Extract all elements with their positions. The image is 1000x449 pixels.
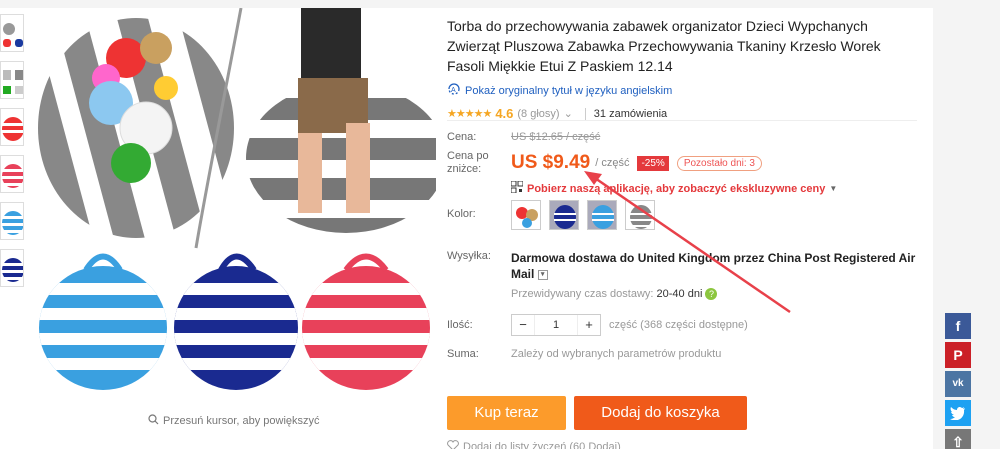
- app-promo[interactable]: Pobierz naszą aplikację, aby zobaczyć ek…: [510, 180, 917, 196]
- thumbnail-5[interactable]: [0, 202, 24, 240]
- facebook-icon[interactable]: f: [945, 313, 971, 339]
- product-info: Torba do przechowywania zabawek organiza…: [447, 16, 917, 121]
- quantity-note: część (368 części dostępne): [609, 319, 748, 332]
- rating-value: 4.6: [495, 106, 514, 121]
- thumbnail-3[interactable]: [0, 108, 24, 146]
- zoom-hint: Przesuń kursor, aby powiększyć: [148, 414, 320, 428]
- sale-price-label: Cena po zniżce:: [447, 150, 489, 175]
- votes-count[interactable]: (8 głosy): [517, 108, 559, 120]
- total-row: Suma: Zależy od wybranych parametrów pro…: [447, 348, 917, 360]
- product-main-image[interactable]: [36, 8, 436, 403]
- thumbnail-1[interactable]: [0, 14, 24, 52]
- star-rating-icon: ★★★★★: [447, 108, 492, 120]
- share-icon[interactable]: ⇧: [945, 429, 971, 449]
- thumbnail-2[interactable]: [0, 61, 24, 99]
- help-icon[interactable]: ?: [705, 288, 718, 301]
- sale-price-row: Cena po zniżce: US $9.49 / część -25% Po…: [447, 150, 917, 176]
- decrement-button[interactable]: −: [512, 315, 534, 335]
- translate-link[interactable]: Pokaż oryginalny tytuł w języku angielsk…: [465, 85, 672, 97]
- color-label: Kolor:: [447, 208, 476, 220]
- quantity-input[interactable]: 1: [534, 315, 578, 336]
- thumbnail-strip: [0, 14, 26, 296]
- color-swatch-light-blue[interactable]: [587, 200, 617, 230]
- wishlist-label[interactable]: Dodaj do listy życzeń (60 Dodaj): [463, 441, 621, 449]
- caret-down-icon: ▼: [829, 184, 838, 193]
- days-left-badge: Pozostało dni: 3: [676, 155, 762, 171]
- color-swatch-grey[interactable]: [625, 200, 655, 230]
- total-text: Zależy od wybranych parametrów produktu: [511, 348, 722, 361]
- total-label: Suma:: [447, 348, 479, 361]
- app-promo-text[interactable]: Pobierz naszą aplikację, aby zobaczyć ek…: [527, 183, 825, 195]
- pinterest-icon[interactable]: P: [945, 342, 971, 368]
- chevron-down-icon[interactable]: ▾: [537, 269, 548, 280]
- product-title: Torba do przechowywania zabawek organiza…: [447, 18, 881, 74]
- shipping-label: Wysyłka:: [447, 250, 491, 262]
- quantity-row: Ilość: − 1 + część (368 części dostępne): [447, 314, 917, 337]
- quantity-stepper[interactable]: − 1 +: [511, 314, 601, 337]
- translate-row[interactable]: A Pokaż oryginalny tytuł w języku angiel…: [447, 82, 917, 99]
- add-to-cart-button[interactable]: Dodaj do koszyka: [574, 396, 747, 430]
- old-price-row: Cena: US $12.65 / część: [447, 131, 917, 144]
- color-swatch-toys[interactable]: [511, 200, 541, 230]
- rating-row: ★★★★★ 4.6 (8 głosy) ⌄ 31 zamówienia: [447, 106, 917, 121]
- vk-icon[interactable]: vk: [945, 371, 971, 397]
- orders-count: 31 zamówienia: [584, 107, 667, 120]
- shipping-row: Wysyłka: Darmowa dostawa do United Kingd…: [447, 250, 917, 301]
- sale-price: US $9.49: [511, 152, 591, 173]
- shipping-method[interactable]: Darmowa dostawa do United Kingdom przez …: [511, 250, 917, 282]
- buy-now-button[interactable]: Kup teraz: [447, 396, 566, 430]
- per-unit: / część: [595, 157, 630, 169]
- social-share-bar: f P vk ⇧: [945, 313, 971, 449]
- heart-icon[interactable]: [447, 440, 459, 449]
- price-box: Cena: US $12.65 / część Cena po zniżce: …: [447, 120, 917, 196]
- discount-badge: -25%: [637, 155, 669, 171]
- price-label: Cena:: [447, 131, 477, 143]
- search-icon: [148, 414, 159, 428]
- svg-text:A: A: [451, 87, 456, 94]
- translate-icon: A: [447, 82, 461, 99]
- chevron-down-icon[interactable]: ⌄: [564, 107, 573, 120]
- qr-icon: [510, 180, 524, 196]
- color-row: Kolor:: [447, 200, 917, 230]
- thumbnail-4[interactable]: [0, 155, 24, 193]
- old-price: US $12.65 / część: [511, 131, 601, 143]
- action-buttons: Kup teraz Dodaj do koszyka: [447, 396, 747, 430]
- delivery-time: Przewidywany czas dostawy: 20-40 dni ?: [511, 288, 917, 301]
- wishlist-row[interactable]: Dodaj do listy życzeń (60 Dodaj): [447, 440, 621, 449]
- thumbnail-6[interactable]: [0, 249, 24, 287]
- color-swatches: [511, 200, 655, 230]
- increment-button[interactable]: +: [578, 315, 600, 335]
- quantity-label: Ilość:: [447, 319, 473, 332]
- twitter-icon[interactable]: [945, 400, 971, 426]
- color-swatch-blue[interactable]: [549, 200, 579, 230]
- options: Kolor: Wysyłka: Darmowa dostawa do Unite…: [447, 200, 917, 360]
